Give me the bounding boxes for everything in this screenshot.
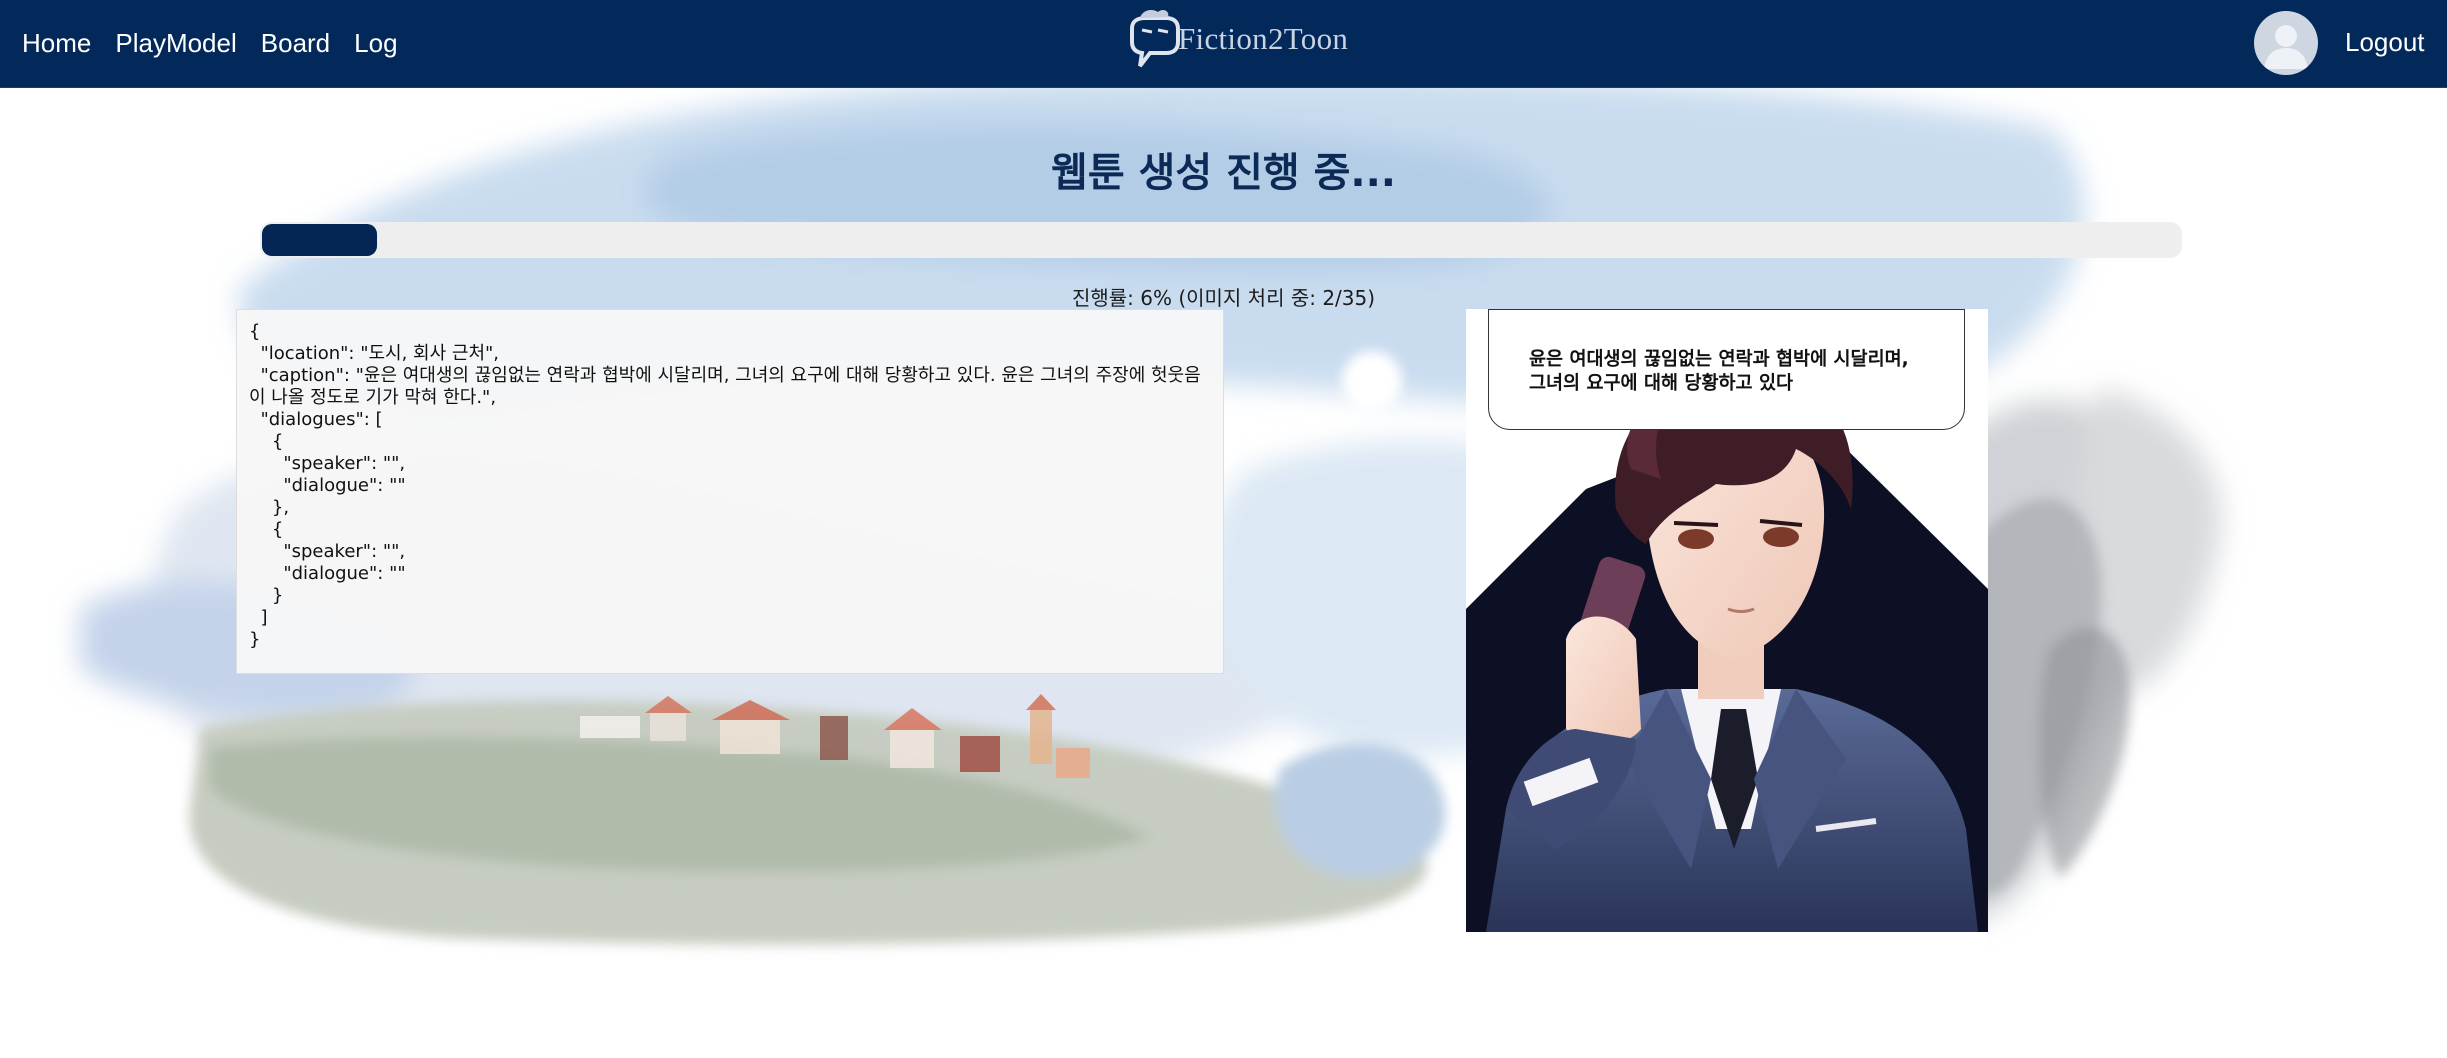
logout-button[interactable]: Logout (2345, 0, 2425, 84)
progress-status-text: 진행률: 6% (이미지 처리 중: 2/35) (1071, 286, 1376, 310)
brand-logo-link[interactable]: Fiction2Toon (1122, 6, 1348, 72)
user-avatar[interactable] (2254, 11, 2318, 75)
panel-caption-bubble: 윤은 여대생의 끊임없는 연락과 협박에 시달리며, 그녀의 요구에 대해 당황… (1488, 309, 1965, 430)
top-navbar: Home PlayModel Board Log Fiction2Toon Lo… (0, 0, 2447, 88)
panel-caption-line-1: 윤은 여대생의 끊임없는 연락과 협박에 시달리며, (1529, 349, 1909, 370)
nav-board-link[interactable]: Board (261, 28, 330, 59)
brand-name: Fiction2Toon (1178, 21, 1349, 56)
main-nav: Home PlayModel Board Log (22, 0, 398, 87)
page-title: 웹툰 생성 진행 중... (1051, 150, 1396, 196)
generated-webtoon-panel: 윤은 여대생의 끊임없는 연락과 협박에 시달리며, 그녀의 요구에 대해 당황… (1466, 309, 1988, 1033)
user-profile-icon (2264, 25, 2308, 69)
speech-bubble-logo-icon (1130, 9, 1180, 68)
nav-log-link[interactable]: Log (354, 28, 397, 59)
scene-json-output: { "location": "도시, 회사 근처", "caption": "윤… (236, 309, 1224, 674)
panel-caption-line-2: 그녀의 요구에 대해 당황하고 있다 (1529, 373, 1794, 394)
nav-home-link[interactable]: Home (22, 28, 91, 59)
nav-playmodel-link[interactable]: PlayModel (115, 28, 236, 59)
progress-bar-fill (262, 224, 378, 256)
progress-bar (260, 222, 2182, 258)
